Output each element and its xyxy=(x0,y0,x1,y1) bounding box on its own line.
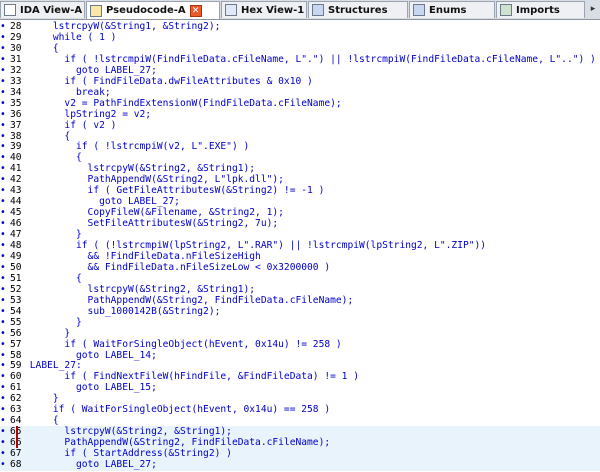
code-text: if ( v2 ) xyxy=(29,119,117,131)
tab-pseudocode-a[interactable]: Pseudocode-A ✕ xyxy=(86,1,220,19)
line-number: 68 xyxy=(10,459,22,470)
tab-hex-view-1[interactable]: Hex View-1 xyxy=(221,1,307,18)
tab-scroll-right-icon[interactable]: ▸ xyxy=(586,2,600,17)
code-text: PathAppendW(&String2, L"lpk.dll"); xyxy=(29,174,284,186)
code-text: { xyxy=(29,42,59,54)
code-text: if ( StartAddress(&String2) ) xyxy=(29,448,232,460)
tab-bar: IDA View-A Pseudocode-A ✕ Hex View-1 Str… xyxy=(0,0,600,20)
code-text: goto LABEL_14; xyxy=(29,349,157,361)
pseudocode-icon xyxy=(90,4,102,17)
code-text: { xyxy=(29,152,82,164)
code-text: if ( !lstrcmpiW(v2, L".EXE") ) xyxy=(29,141,250,153)
code-text: } xyxy=(29,393,59,405)
ida-view-icon xyxy=(4,4,16,16)
code-text: if ( WaitForSingleObject(hEvent, 0x14u) … xyxy=(29,404,331,416)
code-text: goto LABEL_27; xyxy=(29,196,180,208)
tab-label: Hex View-1 xyxy=(241,4,305,16)
tab-label: Pseudocode-A xyxy=(106,5,186,16)
code-text: if ( GetFileAttributesW(&String2) != -1 … xyxy=(29,185,325,197)
code-text: v2 = PathFindExtensionW(FindFileData.cFi… xyxy=(29,97,342,109)
code-text: lpString2 = v2; xyxy=(29,108,152,120)
code-text: while ( 1 ) xyxy=(29,31,117,43)
tab-label: Enums xyxy=(429,4,467,16)
close-icon[interactable]: ✕ xyxy=(189,4,202,17)
tab-imports[interactable]: Imports xyxy=(496,1,585,18)
hex-view-icon xyxy=(225,4,237,16)
code-text: { xyxy=(29,130,71,142)
code-text: if ( WaitForSingleObject(hEvent, 0x14u) … xyxy=(29,338,342,350)
structures-icon xyxy=(312,4,324,16)
code-text: goto LABEL_27; xyxy=(29,459,157,470)
code-text: && !FindFileData.nFileSizeHigh xyxy=(29,250,261,262)
tab-label: Structures xyxy=(328,4,388,16)
tab-enums[interactable]: Enums xyxy=(409,1,495,18)
code-text: if ( FindFileData.dwFileAttributes & 0x1… xyxy=(29,75,313,87)
code-text: } xyxy=(29,229,82,241)
tab-ida-view-a[interactable]: IDA View-A xyxy=(0,1,85,18)
tab-structures[interactable]: Structures xyxy=(308,1,408,18)
code-text: if ( (!lstrcmpiW(lpString2, L".RAR") || … xyxy=(29,240,487,251)
code-text: sub_1000142B(&String2); xyxy=(29,305,221,317)
breakpoint-marker xyxy=(16,426,18,449)
code-text: lstrcpyW(&String2, &String1); xyxy=(29,426,232,438)
code-text: && FindFileData.nFileSizeLow < 0x3200000… xyxy=(29,261,331,273)
code-text: goto LABEL_15; xyxy=(29,382,157,394)
tab-label: Imports xyxy=(516,4,560,16)
code-text: lstrcpyW(&String1, &String2); xyxy=(29,21,221,32)
imports-icon xyxy=(500,4,512,16)
code-text: { xyxy=(29,272,82,284)
code-text: break; xyxy=(29,86,111,98)
code-text: lstrcpyW(&String2, &String1); xyxy=(29,283,256,295)
code-text: } xyxy=(29,327,71,339)
code-text: SetFileAttributesW(&String2, 7u); xyxy=(29,218,279,230)
code-text: { xyxy=(29,415,59,427)
code-text: CopyFileW(&Filename, &String2, 1); xyxy=(29,207,284,219)
code-line[interactable]: • 68 goto LABEL_27; xyxy=(0,459,600,471)
code-text: if ( FindNextFileW(hFindFile, &FindFileD… xyxy=(29,371,360,383)
code-text: PathAppendW(&String2, FindFileData.cFile… xyxy=(29,294,354,306)
code-text: PathAppendW(&String2, FindFileData.cFile… xyxy=(29,437,331,449)
code-text: if ( !lstrcmpiW(FindFileData.cFileName, … xyxy=(29,53,596,65)
code-text: goto LABEL_27; xyxy=(29,64,157,76)
code-text: LABEL_27: xyxy=(29,360,82,372)
code-text: lstrcpyW(&String2, &String1); xyxy=(29,163,256,175)
enums-icon xyxy=(413,4,425,16)
tab-label: IDA View-A xyxy=(20,4,83,16)
gutter-marker: • xyxy=(0,459,6,470)
code-text: } xyxy=(29,316,82,328)
pseudocode-editor[interactable]: • 28 lstrcpyW(&String1, &String2); • 29 whi… xyxy=(0,20,600,472)
